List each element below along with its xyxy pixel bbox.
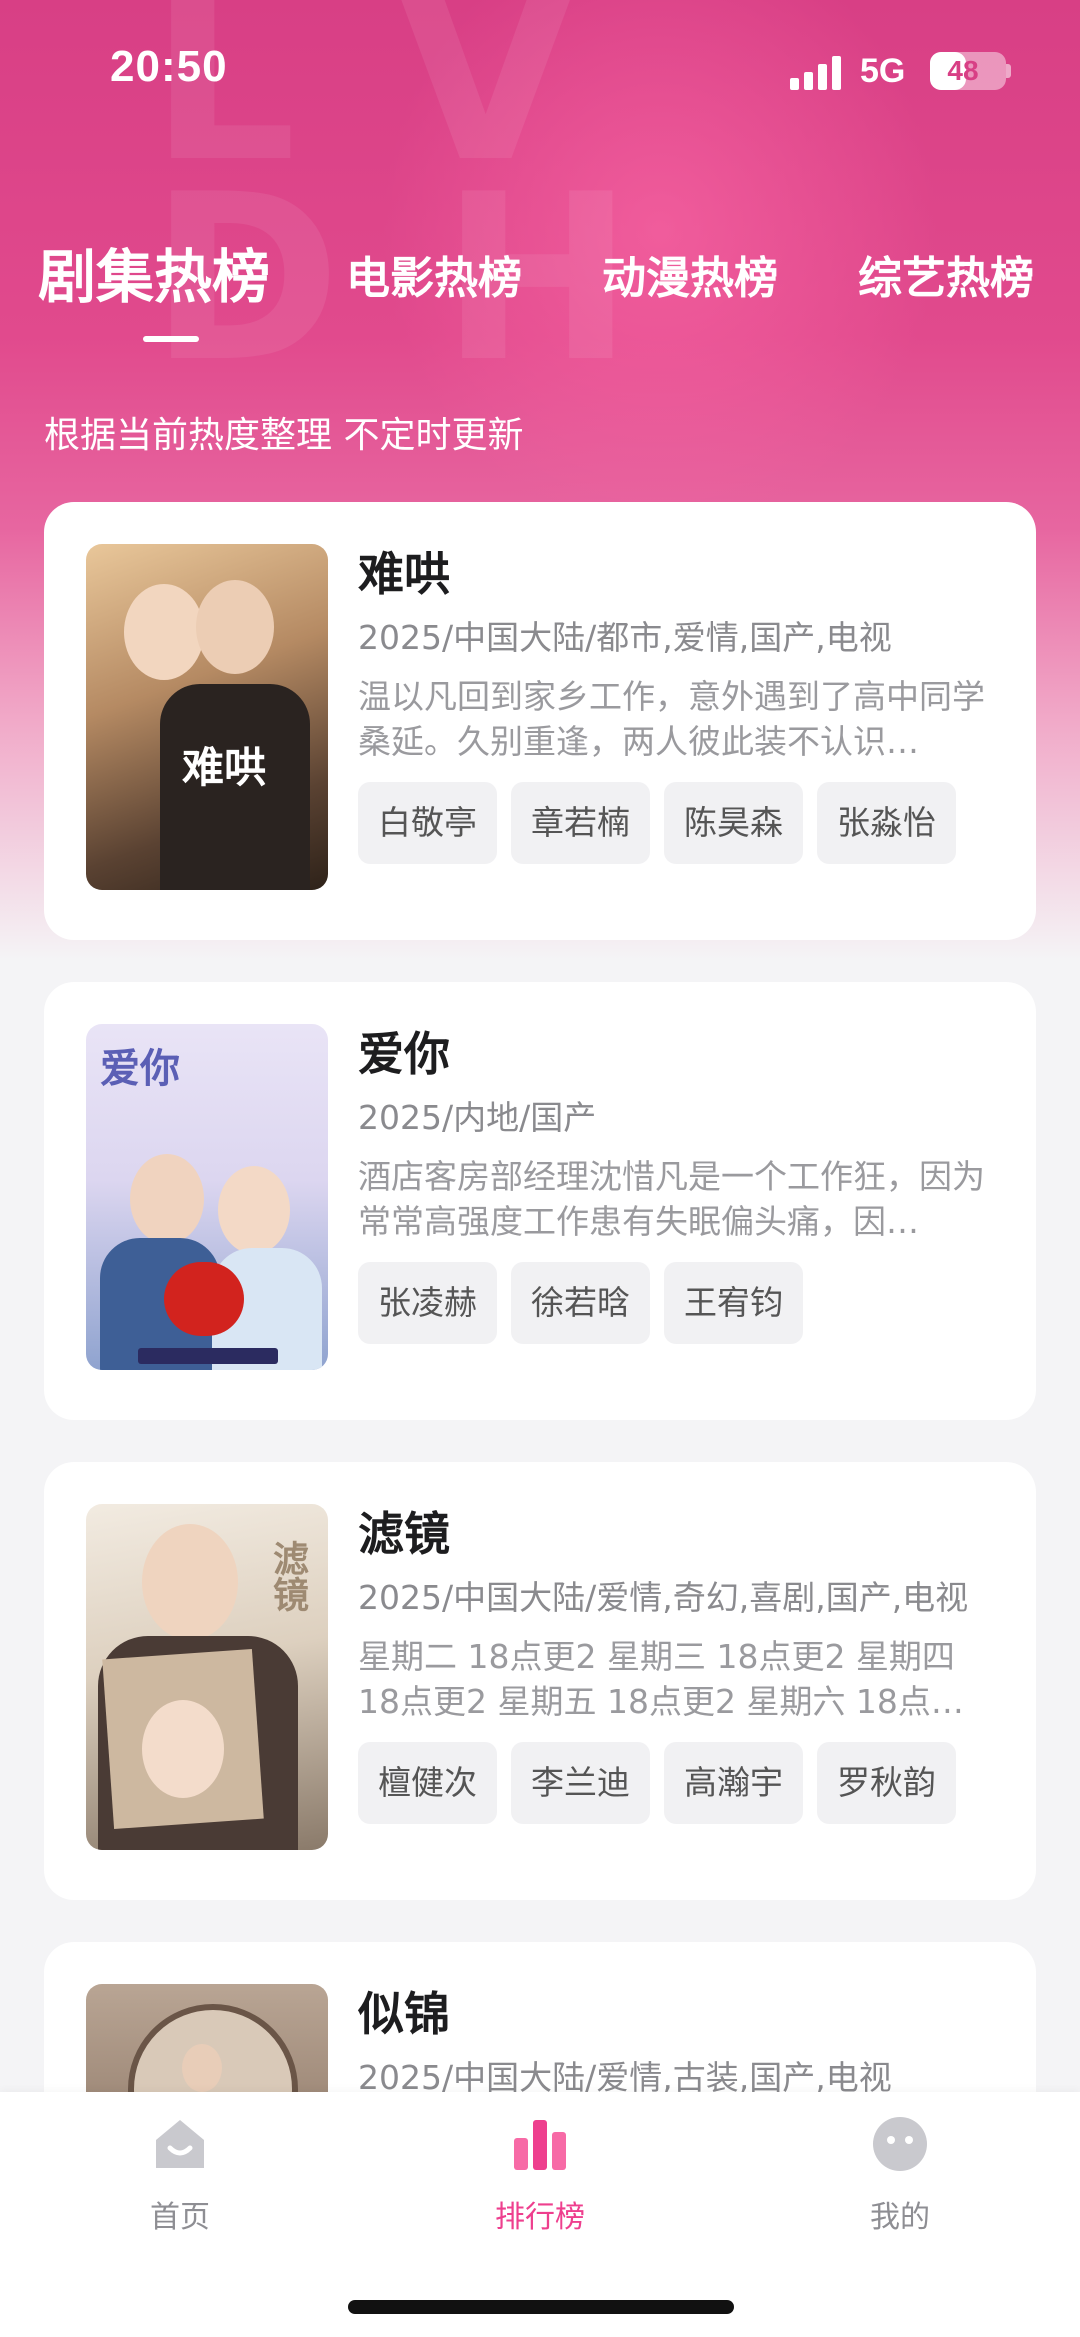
poster-figure [124, 584, 204, 680]
cast-tag[interactable]: 章若楠 [511, 782, 650, 864]
item-title[interactable]: 难哄 [358, 544, 998, 604]
poster-figure [196, 580, 274, 674]
signal-icon [790, 54, 844, 90]
item-title[interactable]: 似锦 [358, 1984, 998, 2044]
cast-tags: 张凌赫 徐若晗 王宥钧 [358, 1262, 998, 1344]
poster-calligraphy: 难哄 [182, 743, 267, 792]
status-bar: 20:50 5G 48 [0, 0, 1080, 140]
nav-profile-label: 我的 [870, 2200, 930, 2235]
tab-movie-ranking[interactable]: 电影热榜 [346, 242, 522, 306]
poster-image[interactable]: 滤镜 [86, 1504, 328, 1850]
poster-figure [142, 1700, 224, 1798]
poster-image[interactable]: 爱你 [86, 1024, 328, 1370]
item-meta: 2025/中国大陆/都市,爱情,国产,电视 [358, 618, 892, 657]
ranking-card[interactable]: 爱你 爱你 2025/内地/国产 酒店客房部经理沈惜凡是一个工作狂，因为常常高强… [44, 982, 1036, 1420]
poster-figure [182, 2044, 222, 2092]
ranking-card[interactable]: 滤镜 滤镜 2025/中国大陆/爱情,奇幻,喜剧,国产,电视 星期二 18点更2… [44, 1462, 1036, 1900]
home-indicator [348, 2300, 734, 2314]
poster-figure [218, 1166, 290, 1254]
home-icon [150, 2114, 210, 2174]
poster-figure [130, 1154, 204, 1244]
cast-tag[interactable]: 檀健次 [358, 1742, 497, 1824]
profile-smiley-icon [870, 2114, 930, 2174]
cast-tag[interactable]: 张淼怡 [817, 782, 956, 864]
item-description: 温以凡回到家乡工作，意外遇到了高中同学桑延。久别重逢，两人彼此装不认识… [358, 677, 985, 761]
cast-tags: 檀健次 李兰迪 高瀚宇 罗秋韵 [358, 1742, 998, 1824]
card-info: 难哄 2025/中国大陆/都市,爱情,国产,电视 温以凡回到家乡工作，意外遇到了… [358, 544, 998, 864]
ranking-card[interactable]: 似锦 2025/中国大陆/爱情,古装,国产,电视 [44, 1942, 1036, 2092]
card-info: 似锦 2025/中国大陆/爱情,古装,国产,电视 [358, 1984, 998, 2092]
nav-home[interactable]: 首页 [80, 2114, 280, 2236]
poster-figure [142, 1524, 238, 1640]
tab-anime-ranking[interactable]: 动漫热榜 [602, 242, 778, 306]
poster-heart [164, 1262, 244, 1336]
ranking-bars-icon [510, 2114, 570, 2174]
poster-calligraphy: 爱你 [100, 1045, 180, 1092]
nav-home-label: 首页 [150, 2200, 210, 2235]
cast-tag[interactable]: 白敬亭 [358, 782, 497, 864]
card-info: 爱你 2025/内地/国产 酒店客房部经理沈惜凡是一个工作狂，因为常常高强度工作… [358, 1024, 998, 1344]
item-meta: 2025/中国大陆/爱情,奇幻,喜剧,国产,电视 [358, 1578, 969, 1617]
poster-image[interactable]: 难哄 [86, 544, 328, 890]
card-info: 滤镜 2025/中国大陆/爱情,奇幻,喜剧,国产,电视 星期二 18点更2 星期… [358, 1504, 998, 1824]
battery-level: 48 [947, 55, 979, 86]
ranking-card[interactable]: 难哄 难哄 2025/中国大陆/都市,爱情,国产,电视 温以凡回到家乡工作，意外… [44, 502, 1036, 940]
cast-tag[interactable]: 高瀚宇 [664, 1742, 803, 1824]
item-title[interactable]: 爱你 [358, 1024, 998, 1084]
active-tab-indicator [143, 336, 199, 342]
item-meta: 2025/内地/国产 [358, 1098, 597, 1137]
ranking-subtitle: 根据当前热度整理 不定时更新 [44, 415, 524, 456]
cast-tag[interactable]: 张凌赫 [358, 1262, 497, 1344]
nav-ranking[interactable]: 排行榜 [440, 2114, 640, 2236]
battery-tip [1006, 64, 1011, 78]
cast-tag[interactable]: 徐若晗 [511, 1262, 650, 1344]
nav-ranking-label: 排行榜 [495, 2200, 585, 2235]
tab-series-ranking[interactable]: 剧集热榜 [38, 230, 270, 314]
network-type: 5G [860, 52, 906, 90]
item-title[interactable]: 滤镜 [358, 1504, 998, 1564]
item-meta: 2025/中国大陆/爱情,古装,国产,电视 [358, 2058, 892, 2092]
item-description: 星期二 18点更2 星期三 18点更2 星期四 18点更2 星期五 18点更2 … [358, 1637, 964, 1721]
cast-tag[interactable]: 王宥钧 [664, 1262, 803, 1344]
cast-tag[interactable]: 李兰迪 [511, 1742, 650, 1824]
cast-tag[interactable]: 罗秋韵 [817, 1742, 956, 1824]
ranking-list: 难哄 难哄 2025/中国大陆/都市,爱情,国产,电视 温以凡回到家乡工作，意外… [44, 502, 1036, 2092]
ranking-tabs: 剧集热榜 电影热榜 动漫热榜 综艺热榜 [0, 230, 1080, 350]
tab-variety-ranking[interactable]: 综艺热榜 [858, 242, 1034, 306]
battery-icon: 48 [930, 52, 1006, 90]
poster-image[interactable] [86, 1984, 328, 2092]
cast-tags: 白敬亭 章若楠 陈昊森 张淼怡 [358, 782, 998, 864]
nav-profile[interactable]: 我的 [800, 2114, 1000, 2236]
poster-badge [138, 1348, 278, 1364]
item-description: 酒店客房部经理沈惜凡是一个工作狂，因为常常高强度工作患有失眠偏头痛，因… [358, 1157, 985, 1241]
cast-tag[interactable]: 陈昊森 [664, 782, 803, 864]
poster-calligraphy: 滤镜 [267, 1540, 309, 1612]
status-time: 20:50 [110, 42, 228, 91]
